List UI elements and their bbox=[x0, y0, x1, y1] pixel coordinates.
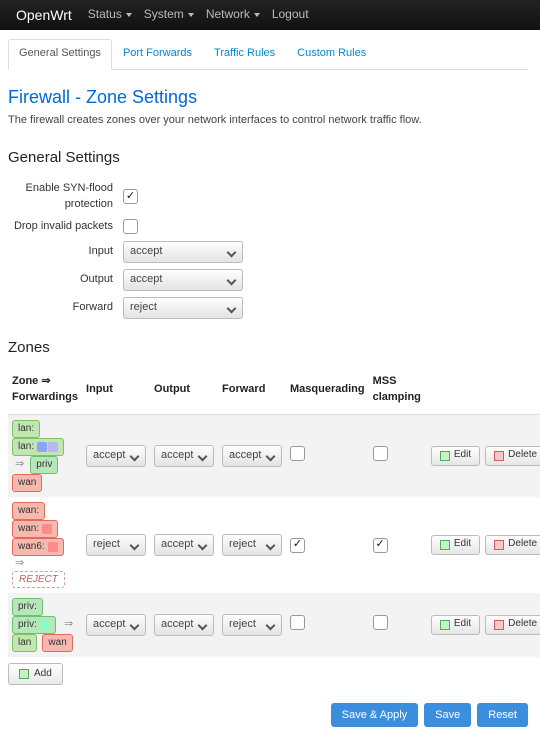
label-drop-invalid: Drop invalid packets bbox=[8, 219, 123, 235]
checkbox-priv-masq[interactable] bbox=[290, 615, 305, 630]
delete-button-priv[interactable]: Delete bbox=[485, 615, 540, 635]
add-zone-button[interactable]: Add bbox=[8, 663, 63, 685]
select-forward-policy[interactable]: reject bbox=[123, 297, 243, 319]
arrow-icon: ⇒ bbox=[15, 458, 24, 470]
zone-net-wan6: wan6: bbox=[12, 538, 64, 556]
select-output-policy[interactable]: accept bbox=[123, 269, 243, 291]
zone-badge-priv: priv: bbox=[12, 598, 43, 616]
plus-icon bbox=[19, 669, 29, 679]
zth-mss: MSS clamping bbox=[369, 370, 425, 414]
nav-system[interactable]: System bbox=[144, 6, 194, 23]
iface-icon bbox=[48, 442, 58, 452]
label-input: Input bbox=[8, 244, 123, 260]
zone-row-wan: wan: wan: wan6: ⇒ REJECT reject accept r… bbox=[8, 497, 540, 593]
section-zones: Zones bbox=[8, 337, 528, 359]
zone-row-lan: lan: lan: ⇒ priv wan accept accept accep… bbox=[8, 415, 540, 498]
zone-net-wan: wan: bbox=[12, 520, 58, 538]
firewall-tabs: General Settings Port Forwards Traffic R… bbox=[8, 38, 528, 70]
zth-masq: Masquerading bbox=[286, 370, 369, 414]
chevron-down-icon bbox=[126, 13, 132, 17]
label-forward: Forward bbox=[8, 300, 123, 316]
chevron-down-icon bbox=[188, 13, 194, 17]
nav-status[interactable]: Status bbox=[88, 6, 132, 23]
zone-net-priv: priv: bbox=[12, 616, 56, 634]
zone-dest-wan2: wan bbox=[42, 634, 72, 652]
top-navbar: OpenWrt Status System Network Logout bbox=[0, 0, 540, 30]
checkbox-wan-masq[interactable]: ✓ bbox=[290, 538, 305, 553]
save-button[interactable]: Save bbox=[424, 703, 471, 727]
tab-traffic-rules[interactable]: Traffic Rules bbox=[203, 39, 286, 70]
edit-icon bbox=[440, 451, 450, 461]
zth-zone-forwardings: Zone ⇒ Forwardings bbox=[8, 370, 82, 414]
checkbox-priv-mss[interactable] bbox=[373, 615, 388, 630]
zth-forward: Forward bbox=[218, 370, 286, 414]
zone-dest-lan: lan bbox=[12, 634, 37, 652]
select-input-policy[interactable]: accept bbox=[123, 241, 243, 263]
checkbox-lan-masq[interactable] bbox=[290, 446, 305, 461]
save-apply-button[interactable]: Save & Apply bbox=[331, 703, 418, 727]
zone-row-priv: priv: priv: ⇒ lan wan accept accept reje… bbox=[8, 593, 540, 657]
select-lan-input[interactable]: accept bbox=[86, 445, 146, 467]
zth-input: Input bbox=[82, 370, 150, 414]
label-output: Output bbox=[8, 272, 123, 288]
section-general-settings: General Settings bbox=[8, 147, 528, 169]
delete-button-wan[interactable]: Delete bbox=[485, 535, 540, 555]
select-wan-input[interactable]: reject bbox=[86, 534, 146, 556]
select-priv-forward[interactable]: reject bbox=[222, 614, 282, 636]
label-synflood: Enable SYN-flood protection bbox=[8, 181, 123, 213]
page-title: Firewall - Zone Settings bbox=[8, 84, 528, 110]
select-lan-forward[interactable]: accept bbox=[222, 445, 282, 467]
iface-icon bbox=[40, 620, 50, 630]
select-priv-output[interactable]: accept bbox=[154, 614, 214, 636]
arrow-icon: ⇒ bbox=[15, 557, 24, 569]
nav-network[interactable]: Network bbox=[206, 6, 260, 23]
edit-button-wan[interactable]: Edit bbox=[431, 535, 480, 555]
nav-logout[interactable]: Logout bbox=[272, 6, 309, 23]
checkbox-wan-mss[interactable]: ✓ bbox=[373, 538, 388, 553]
checkbox-synflood[interactable]: ✓ bbox=[123, 189, 138, 204]
zone-badge-wan: wan: bbox=[12, 502, 45, 520]
iface-icon bbox=[37, 442, 47, 452]
brand: OpenWrt bbox=[16, 5, 72, 25]
zone-dest-priv: priv bbox=[30, 456, 58, 474]
checkbox-drop-invalid[interactable] bbox=[123, 219, 138, 234]
select-lan-output[interactable]: accept bbox=[154, 445, 214, 467]
page: General Settings Port Forwards Traffic R… bbox=[0, 30, 540, 747]
iface-icon bbox=[42, 524, 52, 534]
page-description: The firewall creates zones over your net… bbox=[8, 113, 528, 129]
delete-icon bbox=[494, 540, 504, 550]
delete-icon bbox=[494, 451, 504, 461]
zone-net-lan: lan: bbox=[12, 438, 64, 456]
edit-button-lan[interactable]: Edit bbox=[431, 446, 480, 466]
delete-button-lan[interactable]: Delete bbox=[485, 446, 540, 466]
edit-button-priv[interactable]: Edit bbox=[431, 615, 480, 635]
zone-dest-reject: REJECT bbox=[12, 571, 65, 588]
tab-custom-rules[interactable]: Custom Rules bbox=[286, 39, 377, 70]
page-actions: Save & Apply Save Reset bbox=[8, 703, 528, 727]
edit-icon bbox=[440, 540, 450, 550]
arrow-icon: ⇒ bbox=[64, 618, 73, 630]
select-wan-forward[interactable]: reject bbox=[222, 534, 282, 556]
zones-table: Zone ⇒ Forwardings Input Output Forward … bbox=[8, 370, 540, 657]
iface-icon bbox=[48, 542, 58, 552]
zth-output: Output bbox=[150, 370, 218, 414]
zone-badge-lan: lan: bbox=[12, 420, 40, 438]
chevron-down-icon bbox=[254, 13, 260, 17]
tab-port-forwards[interactable]: Port Forwards bbox=[112, 39, 203, 70]
select-wan-output[interactable]: accept bbox=[154, 534, 214, 556]
edit-icon bbox=[440, 620, 450, 630]
tab-general-settings[interactable]: General Settings bbox=[8, 39, 112, 70]
delete-icon bbox=[494, 620, 504, 630]
select-priv-input[interactable]: accept bbox=[86, 614, 146, 636]
zone-dest-wan: wan bbox=[12, 474, 42, 492]
checkbox-lan-mss[interactable] bbox=[373, 446, 388, 461]
reset-button[interactable]: Reset bbox=[477, 703, 528, 727]
